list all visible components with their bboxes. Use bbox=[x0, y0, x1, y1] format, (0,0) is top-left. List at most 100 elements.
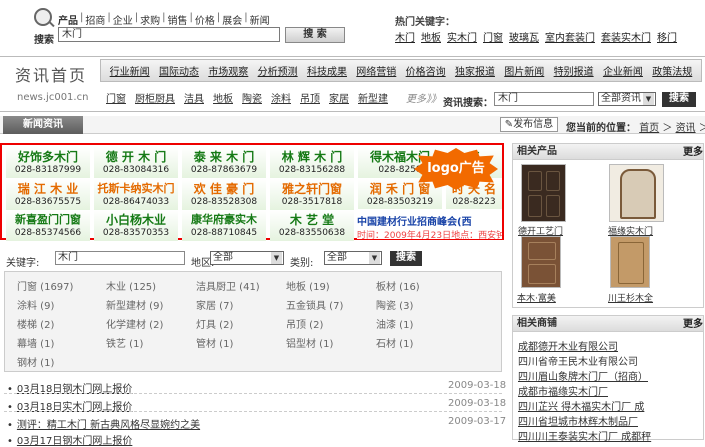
merchant-link[interactable]: 四川芷兴 得木福实木门厂 成 bbox=[518, 398, 644, 413]
ad-cell[interactable]: 康华府豪实木 028-88710845 bbox=[182, 210, 266, 241]
more-link[interactable]: 更多 bbox=[683, 145, 703, 160]
category-link[interactable]: 新型建材 (9) bbox=[106, 297, 163, 312]
hot-keyword-link[interactable]: 移门 bbox=[657, 29, 677, 44]
ad-cell[interactable]: 欢 佳 豪 门 028-83528308 bbox=[182, 179, 266, 210]
more-link[interactable]: 更多 bbox=[683, 317, 703, 332]
product-image[interactable] bbox=[609, 164, 664, 222]
news-item[interactable]: 测评：精工木门 新古典风格尽显婉约之美 bbox=[7, 416, 200, 431]
product-image[interactable] bbox=[610, 236, 650, 288]
category-link[interactable]: 铝型材 (1) bbox=[286, 335, 333, 350]
breadcrumb-home[interactable]: 首页 bbox=[639, 123, 659, 134]
tab-news[interactable]: 新闻资讯 bbox=[3, 116, 83, 134]
merchant-link[interactable]: 成都德开木业有限公司 bbox=[518, 338, 618, 353]
category-link[interactable]: 化学建材 (2) bbox=[106, 316, 163, 331]
category-link[interactable]: 幕墙 (1) bbox=[17, 335, 54, 350]
hot-keyword-link[interactable]: 门窗 bbox=[483, 29, 503, 44]
category-link[interactable]: 管材 (1) bbox=[196, 335, 233, 350]
channel-submenu-item[interactable]: 地板 bbox=[213, 90, 233, 105]
ad-cell[interactable]: 德 开 木 门 028-83084316 bbox=[94, 147, 178, 178]
category-link[interactable]: 石材 (1) bbox=[376, 335, 413, 350]
category-select[interactable]: 全部 bbox=[324, 251, 382, 265]
hot-keyword-link[interactable]: 实木门 bbox=[447, 29, 477, 44]
breadcrumb-current[interactable]: 资讯 bbox=[676, 123, 696, 134]
ad-cell[interactable]: 泰 来 木 门 028-87863679 bbox=[182, 147, 266, 178]
news-item[interactable]: 03月17日钢木门网上报价 bbox=[7, 432, 132, 447]
news-title[interactable]: 03月17日钢木门网上报价 bbox=[17, 436, 132, 447]
channel-submenu-item[interactable]: 门窗 bbox=[106, 90, 126, 105]
ad-cell[interactable]: 新喜盈门门窗 028-85374566 bbox=[6, 210, 90, 241]
keyword-input[interactable]: 木门 bbox=[55, 251, 185, 265]
ad-cell[interactable]: 瑞 江 木 业 028-83675575 bbox=[6, 179, 90, 210]
category-link[interactable]: 油漆 (1) bbox=[376, 316, 413, 331]
search-input[interactable]: 木门 bbox=[58, 27, 280, 42]
merchant-link[interactable]: 四川眉山象牌木门厂（招商） bbox=[518, 368, 648, 383]
ad-cell[interactable]: 好饰多木门 028-83187999 bbox=[6, 147, 90, 178]
top-nav-item[interactable]: 求购 bbox=[140, 12, 160, 27]
category-link[interactable]: 地板 (19) bbox=[286, 278, 330, 293]
channel-submenu-item[interactable]: 厨柜厨具 bbox=[135, 90, 175, 105]
channel-menu-item[interactable]: 市场观察 bbox=[208, 63, 248, 78]
info-search-button[interactable]: 搜索 bbox=[662, 92, 696, 107]
filter-search-button[interactable]: 搜索 bbox=[390, 251, 422, 266]
channel-submenu-item[interactable]: 新型建 bbox=[358, 90, 388, 105]
category-link[interactable]: 陶瓷 (3) bbox=[376, 297, 413, 312]
hot-keyword-link[interactable]: 地板 bbox=[421, 29, 441, 44]
merchant-link[interactable]: 成都市福缘实木门厂 bbox=[518, 383, 608, 398]
top-nav-item[interactable]: 新闻 bbox=[250, 12, 270, 27]
product-label[interactable]: 川王杉木全 bbox=[608, 291, 653, 304]
channel-menu-item[interactable]: 政策法规 bbox=[652, 63, 692, 78]
category-link[interactable]: 五金锁具 (7) bbox=[286, 297, 343, 312]
product-image[interactable] bbox=[521, 236, 561, 288]
merchant-link[interactable]: 四川省帝王民木业有限公司 bbox=[518, 353, 638, 368]
channel-menu-item[interactable]: 企业新闻 bbox=[603, 63, 643, 78]
category-link[interactable]: 灯具 (2) bbox=[196, 316, 233, 331]
merchant-link[interactable]: 四川川王泰装实木门厂 成都秤 bbox=[518, 428, 651, 443]
info-search-input[interactable]: 木门 bbox=[494, 92, 594, 106]
channel-submenu-item[interactable]: 陶瓷 bbox=[242, 90, 262, 105]
channel-submenu-item[interactable]: 涂料 bbox=[271, 90, 291, 105]
publish-button[interactable]: ✎发布信息 bbox=[500, 117, 558, 132]
top-nav-item[interactable]: 销售 bbox=[168, 12, 188, 27]
category-link[interactable]: 门窗 (1697) bbox=[17, 278, 73, 293]
category-link[interactable]: 家居 (7) bbox=[196, 297, 233, 312]
channel-submenu-item[interactable]: 洁具 bbox=[184, 90, 204, 105]
ad-cell[interactable]: 林 辉 木 门 028-83156288 bbox=[270, 147, 354, 178]
hot-keyword-link[interactable]: 套装实木门 bbox=[601, 29, 651, 44]
channel-menu-item[interactable]: 行业新闻 bbox=[110, 63, 150, 78]
category-link[interactable]: 吊顶 (2) bbox=[286, 316, 323, 331]
category-link[interactable]: 洁具厨卫 (41) bbox=[196, 278, 260, 293]
hot-keyword-link[interactable]: 室内套装门 bbox=[545, 29, 595, 44]
ad-cell[interactable]: 托斯卡纳实木门 028-86474033 bbox=[94, 179, 178, 210]
hot-keyword-link[interactable]: 玻璃瓦 bbox=[509, 29, 539, 44]
channel-menu-item[interactable]: 科技成果 bbox=[307, 63, 347, 78]
info-type-select[interactable]: 全部资讯 bbox=[598, 92, 656, 106]
top-nav-item[interactable]: 价格 bbox=[195, 12, 215, 27]
channel-menu-item[interactable]: 价格咨询 bbox=[406, 63, 446, 78]
category-link[interactable]: 涂料 (9) bbox=[17, 297, 54, 312]
area-select[interactable]: 全部 bbox=[210, 251, 284, 265]
channel-menu-item[interactable]: 特别报道 bbox=[554, 63, 594, 78]
hot-keyword-link[interactable]: 木门 bbox=[395, 29, 415, 44]
channel-menu-item[interactable]: 分析预测 bbox=[258, 63, 298, 78]
channel-more-link[interactable]: 更多》》 bbox=[406, 90, 441, 105]
ad-cell[interactable]: 雅之轩门窗 028-3517818 bbox=[270, 179, 354, 210]
top-nav-item[interactable]: 招商 bbox=[85, 12, 105, 27]
summit-ad[interactable]: 中国建材行业招商峰会(西 时间：2009年4月23日地点：西安钟 bbox=[357, 209, 502, 239]
top-nav-item[interactable]: 产品 bbox=[58, 12, 78, 27]
product-image[interactable] bbox=[521, 164, 566, 222]
ad-cell[interactable]: 小白杨木业 028-83570353 bbox=[94, 210, 178, 241]
product-label[interactable]: 本木·富美 bbox=[517, 291, 556, 304]
channel-menu-item[interactable]: 图片新闻 bbox=[504, 63, 544, 78]
category-link[interactable]: 板材 (16) bbox=[376, 278, 420, 293]
channel-submenu-item[interactable]: 吊顶 bbox=[300, 90, 320, 105]
category-link[interactable]: 木业 (125) bbox=[106, 278, 156, 293]
category-link[interactable]: 楼梯 (2) bbox=[17, 316, 54, 331]
category-link[interactable]: 铁艺 (1) bbox=[106, 335, 143, 350]
top-nav-item[interactable]: 展会 bbox=[222, 12, 242, 27]
channel-submenu-item[interactable]: 家居 bbox=[329, 90, 349, 105]
top-nav-item[interactable]: 企业 bbox=[113, 12, 133, 27]
merchant-link[interactable]: 四川省坦城市林辉木制品厂 bbox=[518, 413, 638, 428]
channel-menu-item[interactable]: 国际动态 bbox=[159, 63, 199, 78]
ad-cell[interactable]: 木 艺 堂 028-83550638 bbox=[270, 210, 354, 241]
channel-menu-item[interactable]: 网络营销 bbox=[356, 63, 396, 78]
